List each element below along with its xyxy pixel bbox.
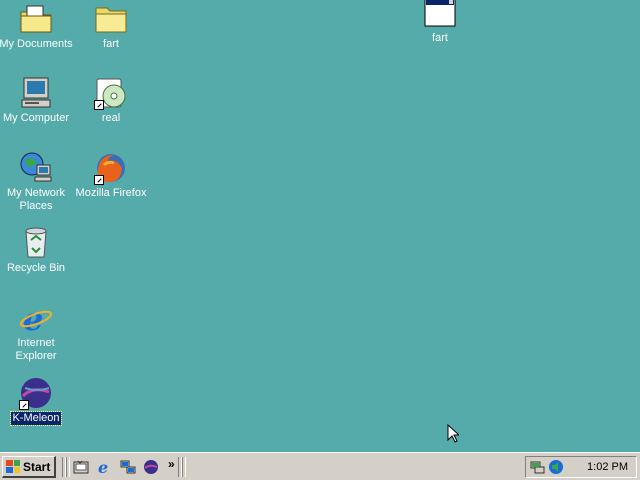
clock[interactable]: 1:02 PM	[587, 461, 628, 473]
start-button[interactable]: Start	[2, 456, 56, 478]
desktop-icon-recycle-bin[interactable]: Recycle Bin	[0, 226, 74, 275]
desktop-icon-label: Internet Explorer	[15, 337, 57, 362]
recycle-bin-icon	[19, 226, 53, 260]
taskbar: Start e » 1:02 PM	[0, 452, 640, 480]
volume-icon[interactable]	[548, 459, 564, 478]
system-tray: 1:02 PM	[525, 456, 637, 478]
desktop-icon-label: Recycle Bin	[6, 262, 66, 274]
network-places-icon	[19, 151, 53, 185]
desktop-icon-label: My Network Places	[6, 187, 66, 212]
shortcut-arrow-icon	[19, 400, 29, 410]
folder-icon	[94, 2, 128, 36]
realplayer-icon	[94, 76, 128, 110]
svg-text:e: e	[98, 459, 108, 475]
desktop-icon-k-meleon[interactable]: K-Meleon	[0, 376, 74, 426]
mouse-cursor-icon	[447, 423, 461, 447]
quick-launch-chevron[interactable]: »	[168, 457, 175, 471]
desktop-icon-internet-explorer[interactable]: e Internet Explorer	[0, 300, 74, 363]
desktop-icon-real[interactable]: real	[73, 76, 149, 125]
taskbar-separator	[182, 457, 186, 477]
desktop-icon-my-documents[interactable]: My Documents	[0, 2, 74, 51]
desktop-icon-my-network-places[interactable]: My Network Places	[0, 151, 74, 213]
desktop-icon-label: Mozilla Firefox	[75, 187, 147, 199]
windows-logo-icon	[6, 460, 20, 473]
shortcut-arrow-icon	[94, 175, 104, 185]
desktop-icon-fart-window[interactable]: fart	[402, 0, 478, 45]
taskbar-separator	[66, 457, 70, 477]
start-label: Start	[23, 459, 51, 474]
k-meleon-icon[interactable]	[143, 459, 159, 475]
my-computer-icon	[19, 76, 53, 110]
k-meleon-icon	[19, 376, 53, 410]
internet-explorer-icon: e	[19, 300, 53, 338]
internet-explorer-icon[interactable]: e	[97, 458, 113, 477]
desktop-icon-label: real	[101, 112, 121, 124]
network-status-icon[interactable]	[530, 459, 546, 478]
network-icon[interactable]	[120, 459, 136, 475]
desktop-icon-label: K-Meleon	[10, 411, 62, 426]
desktop-icon-label: My Documents	[0, 38, 73, 50]
desktop-icon-fart-folder[interactable]: fart	[73, 2, 149, 51]
firefox-icon	[94, 151, 128, 185]
desktop-icon-my-computer[interactable]: My Computer	[0, 76, 74, 125]
show-desktop-icon[interactable]	[73, 459, 89, 475]
desktop-icon-label: fart	[103, 38, 119, 50]
desktop-icon-mozilla-firefox[interactable]: Mozilla Firefox	[73, 151, 149, 200]
my-documents-icon	[19, 2, 53, 36]
window-icon	[423, 0, 457, 30]
shortcut-arrow-icon	[94, 100, 104, 110]
desktop-icon-label: fart	[432, 32, 448, 44]
desktop-icon-label: My Computer	[2, 112, 70, 124]
